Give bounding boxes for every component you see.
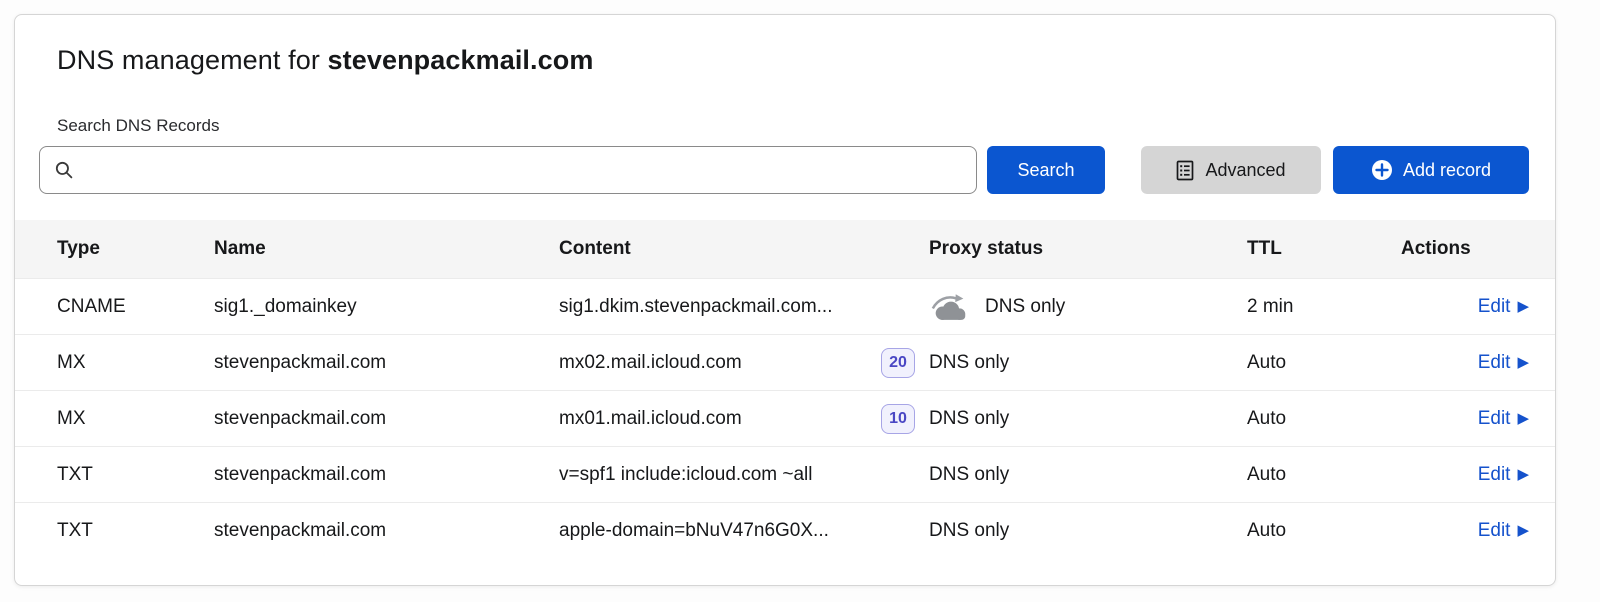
- table-row: CNAME sig1._domainkey sig1.dkim.stevenpa…: [15, 278, 1555, 334]
- priority-badge: 10: [881, 404, 915, 434]
- search-toolbar: Search Advanced: [39, 146, 1529, 194]
- proxy-status-cell: DNS only: [929, 291, 1247, 322]
- proxy-status-cell: DNS only: [929, 352, 1247, 374]
- record-content: apple-domain=bNuV47n6G0X...: [559, 520, 829, 542]
- record-name: stevenpackmail.com: [214, 408, 559, 430]
- proxy-status-cell: DNS only: [929, 408, 1247, 430]
- record-name: stevenpackmail.com: [214, 520, 559, 542]
- table-row: TXT stevenpackmail.com apple-domain=bNuV…: [15, 502, 1555, 558]
- edit-button-label: Edit: [1478, 408, 1511, 430]
- record-content: mx02.mail.icloud.com: [559, 352, 742, 374]
- dns-only-cloud-icon: [929, 291, 971, 322]
- search-input-wrapper[interactable]: [39, 146, 977, 194]
- actions-cell: Edit ▶: [1401, 352, 1529, 374]
- page-title-domain: stevenpackmail.com: [328, 45, 594, 75]
- record-type: MX: [57, 352, 214, 374]
- record-ttl: Auto: [1247, 408, 1401, 430]
- record-content-cell: sig1.dkim.stevenpackmail.com...: [559, 296, 929, 318]
- edit-button-label: Edit: [1478, 352, 1511, 374]
- actions-cell: Edit ▶: [1401, 464, 1529, 486]
- edit-button[interactable]: Edit ▶: [1478, 520, 1529, 542]
- record-ttl: Auto: [1247, 520, 1401, 542]
- dns-management-card: DNS management for stevenpackmail.com Se…: [14, 14, 1556, 586]
- search-button[interactable]: Search: [987, 146, 1105, 194]
- add-record-button[interactable]: Add record: [1333, 146, 1529, 194]
- proxy-status-text: DNS only: [985, 296, 1065, 318]
- chevron-right-icon: ▶: [1517, 523, 1529, 538]
- record-content-cell: mx02.mail.icloud.com 20: [559, 348, 929, 378]
- record-name: stevenpackmail.com: [214, 464, 559, 486]
- column-header-type: Type: [57, 238, 214, 260]
- proxy-status-text: DNS only: [929, 520, 1009, 542]
- page-title: DNS management for stevenpackmail.com: [15, 45, 1555, 76]
- record-type: TXT: [57, 464, 214, 486]
- edit-button[interactable]: Edit ▶: [1478, 408, 1529, 430]
- record-type: TXT: [57, 520, 214, 542]
- record-content: mx01.mail.icloud.com: [559, 408, 742, 430]
- column-header-proxy: Proxy status: [929, 238, 1247, 260]
- proxy-status-cell: DNS only: [929, 464, 1247, 486]
- table-row: MX stevenpackmail.com mx01.mail.icloud.c…: [15, 390, 1555, 446]
- list-document-icon: [1176, 160, 1195, 181]
- chevron-right-icon: ▶: [1517, 355, 1529, 370]
- table-body: CNAME sig1._domainkey sig1.dkim.stevenpa…: [15, 278, 1555, 558]
- proxy-status-text: DNS only: [929, 408, 1009, 430]
- column-header-ttl: TTL: [1247, 238, 1401, 260]
- search-label: Search DNS Records: [57, 116, 1513, 136]
- proxy-status-text: DNS only: [929, 464, 1009, 486]
- record-ttl: 2 min: [1247, 296, 1401, 318]
- table-header-row: Type Name Content Proxy status TTL Actio…: [15, 220, 1555, 278]
- actions-cell: Edit ▶: [1401, 296, 1529, 318]
- page-title-prefix: DNS management for: [57, 45, 328, 75]
- table-row: MX stevenpackmail.com mx02.mail.icloud.c…: [15, 334, 1555, 390]
- search-icon: [54, 160, 74, 180]
- record-content-cell: v=spf1 include:icloud.com ~all: [559, 464, 929, 486]
- edit-button-label: Edit: [1478, 296, 1511, 318]
- advanced-button[interactable]: Advanced: [1141, 146, 1321, 194]
- record-ttl: Auto: [1247, 352, 1401, 374]
- edit-button[interactable]: Edit ▶: [1478, 352, 1529, 374]
- search-input[interactable]: [84, 160, 962, 180]
- record-name: stevenpackmail.com: [214, 352, 559, 374]
- record-content-cell: apple-domain=bNuV47n6G0X...: [559, 520, 929, 542]
- record-name: sig1._domainkey: [214, 296, 559, 318]
- plus-circle-icon: [1371, 159, 1393, 181]
- edit-button[interactable]: Edit ▶: [1478, 296, 1529, 318]
- column-header-content: Content: [559, 238, 929, 260]
- table-row: TXT stevenpackmail.com v=spf1 include:ic…: [15, 446, 1555, 502]
- priority-badge: 20: [881, 348, 915, 378]
- column-header-actions: Actions: [1401, 238, 1529, 260]
- edit-button-label: Edit: [1478, 520, 1511, 542]
- chevron-right-icon: ▶: [1517, 467, 1529, 482]
- record-ttl: Auto: [1247, 464, 1401, 486]
- search-button-label: Search: [1017, 160, 1074, 181]
- record-content-cell: mx01.mail.icloud.com 10: [559, 404, 929, 434]
- proxy-status-cell: DNS only: [929, 520, 1247, 542]
- record-type: MX: [57, 408, 214, 430]
- record-type: CNAME: [57, 296, 214, 318]
- actions-cell: Edit ▶: [1401, 408, 1529, 430]
- record-content: sig1.dkim.stevenpackmail.com...: [559, 296, 833, 318]
- add-record-button-label: Add record: [1403, 160, 1491, 181]
- chevron-right-icon: ▶: [1517, 299, 1529, 314]
- advanced-button-label: Advanced: [1205, 160, 1285, 181]
- record-content: v=spf1 include:icloud.com ~all: [559, 464, 812, 486]
- column-header-name: Name: [214, 238, 559, 260]
- chevron-right-icon: ▶: [1517, 411, 1529, 426]
- proxy-status-text: DNS only: [929, 352, 1009, 374]
- dns-records-table: Type Name Content Proxy status TTL Actio…: [15, 220, 1555, 558]
- actions-cell: Edit ▶: [1401, 520, 1529, 542]
- edit-button[interactable]: Edit ▶: [1478, 464, 1529, 486]
- edit-button-label: Edit: [1478, 464, 1511, 486]
